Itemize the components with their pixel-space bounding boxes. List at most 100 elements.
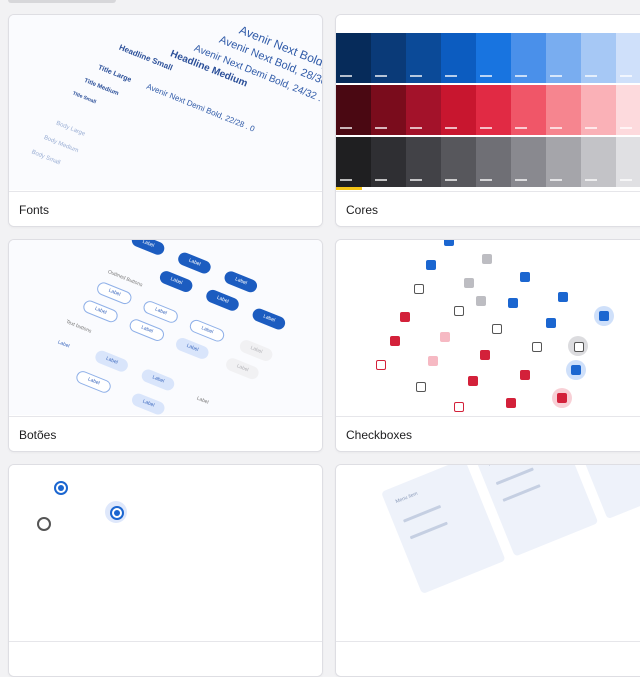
title-large-text: Title Large	[96, 64, 133, 84]
radio-selected-sample	[110, 506, 124, 520]
menu-item-line	[409, 521, 448, 540]
filled-button-sample: Label	[204, 287, 241, 313]
filled-button-sample: Label	[222, 269, 259, 295]
color-swatch-blue	[441, 33, 476, 83]
card-caption: Botões	[9, 416, 322, 451]
checkbox-error-sample	[400, 312, 410, 322]
swatch-label-mark	[480, 75, 492, 77]
colors-thumbnail	[336, 15, 640, 190]
checkbox-checked-sample	[520, 272, 530, 282]
swatch-label-mark	[340, 179, 352, 181]
color-swatch-grey	[476, 137, 511, 187]
checkbox-disabled-sample	[482, 254, 492, 264]
swatch-label-mark	[480, 179, 492, 181]
outlined-button-sample: Label	[95, 280, 134, 307]
color-swatch-grey	[616, 137, 640, 187]
title-medium-text: Title Medium	[83, 77, 120, 98]
card-menu[interactable]: Menu item Menu item Menu item	[335, 464, 640, 677]
swatch-label-mark	[480, 127, 492, 129]
checkbox-error-sample	[520, 370, 530, 380]
swatch-label-mark	[340, 75, 352, 77]
card-radio-buttons[interactable]	[8, 464, 323, 677]
checkbox-checked-sample	[571, 365, 581, 375]
outlined-button-sample: Label	[74, 369, 113, 395]
card-colors[interactable]: Cores	[335, 14, 640, 227]
swatch-label-mark	[410, 75, 422, 77]
color-swatch-red	[371, 85, 406, 135]
checkbox-unchecked-sample	[492, 324, 502, 334]
color-swatch-blue	[336, 33, 371, 83]
filled-button-sample: Label	[157, 269, 195, 294]
buttons-thumbnail: Label Label Label Label Label Label Outl…	[9, 240, 322, 415]
card-caption: Checkboxes	[336, 416, 640, 451]
menu-thumbnail: Menu item Menu item Menu item	[336, 465, 640, 640]
color-swatch-blue	[511, 33, 546, 83]
checkboxes-thumbnail	[336, 240, 640, 415]
swatch-label-mark	[445, 179, 457, 181]
swatch-label-mark	[445, 75, 457, 77]
color-swatch-blue	[406, 33, 441, 83]
menu-item-line	[502, 484, 541, 502]
color-swatch-grey	[581, 137, 616, 187]
color-swatch-red	[616, 85, 640, 135]
checkbox-disabled-sample	[464, 278, 474, 288]
filled-button-sample: Label	[176, 250, 213, 276]
color-swatch-red	[406, 85, 441, 135]
top-tab-indicator	[8, 0, 116, 3]
checkbox-checked-sample	[599, 311, 609, 321]
checkbox-error-sample	[480, 350, 490, 360]
color-swatch-grey	[511, 137, 546, 187]
radio-unselected-sample	[37, 517, 51, 531]
swatch-label-mark	[445, 127, 457, 129]
color-swatch-red	[336, 85, 371, 135]
card-checkboxes[interactable]: Checkboxes	[335, 239, 640, 452]
checkbox-unchecked-sample	[414, 284, 424, 294]
card-caption	[9, 641, 322, 676]
selection-indicator	[336, 187, 362, 190]
card-caption: Fonts	[9, 191, 322, 226]
card-title-buttons: Botões	[19, 428, 57, 442]
checkbox-error-sample	[557, 393, 567, 403]
checkbox-error-disabled-sample	[440, 332, 450, 342]
text-button-sample: Label	[195, 395, 210, 406]
color-swatch-grey	[406, 137, 441, 187]
checkbox-error-disabled-sample	[428, 356, 438, 366]
color-swatch-grey	[546, 137, 581, 187]
checkbox-error-sample	[390, 336, 400, 346]
disabled-button-sample: Label	[224, 356, 261, 382]
tonal-button-sample: Label	[174, 336, 211, 361]
card-title-colors: Cores	[346, 203, 379, 217]
disabled-button-sample: Label	[237, 338, 275, 363]
outlined-button-sample: Label	[81, 298, 120, 325]
color-swatch-grid	[336, 33, 640, 190]
swatch-label-mark	[550, 75, 562, 77]
checkbox-error-unchecked-sample	[454, 402, 464, 412]
swatch-label-mark	[375, 75, 387, 77]
color-swatch-blue	[371, 33, 406, 83]
color-swatch-grey	[441, 137, 476, 187]
swatch-label-mark	[375, 179, 387, 181]
checkbox-unchecked-sample	[454, 306, 464, 316]
text-buttons-label: Text buttons	[64, 318, 93, 335]
card-buttons[interactable]: Label Label Label Label Label Label Outl…	[8, 239, 323, 452]
body-large-text: Body Large	[55, 120, 86, 138]
outlined-button-sample: Label	[127, 317, 166, 343]
color-swatch-blue	[476, 33, 511, 83]
card-caption	[336, 641, 640, 676]
menu-item-sample: Menu item	[394, 490, 419, 506]
fonts-thumbnail: Headline Medium Headline Small Avenir Ne…	[9, 15, 322, 190]
tonal-button-sample: Label	[139, 367, 177, 393]
color-swatch-blue	[616, 33, 640, 83]
swatch-label-mark	[515, 127, 527, 129]
swatch-label-mark	[620, 127, 632, 129]
checkbox-disabled-sample	[476, 296, 486, 306]
menu-item-line	[495, 467, 534, 486]
color-swatch-red	[511, 85, 546, 135]
checkbox-checked-sample	[558, 292, 568, 302]
swatch-label-mark	[375, 127, 387, 129]
card-fonts[interactable]: Headline Medium Headline Small Avenir Ne…	[8, 14, 323, 227]
swatch-label-mark	[550, 179, 562, 181]
title-small-text: Title Small	[71, 90, 97, 106]
swatch-label-mark	[340, 127, 352, 129]
checkbox-checked-sample	[444, 240, 454, 246]
